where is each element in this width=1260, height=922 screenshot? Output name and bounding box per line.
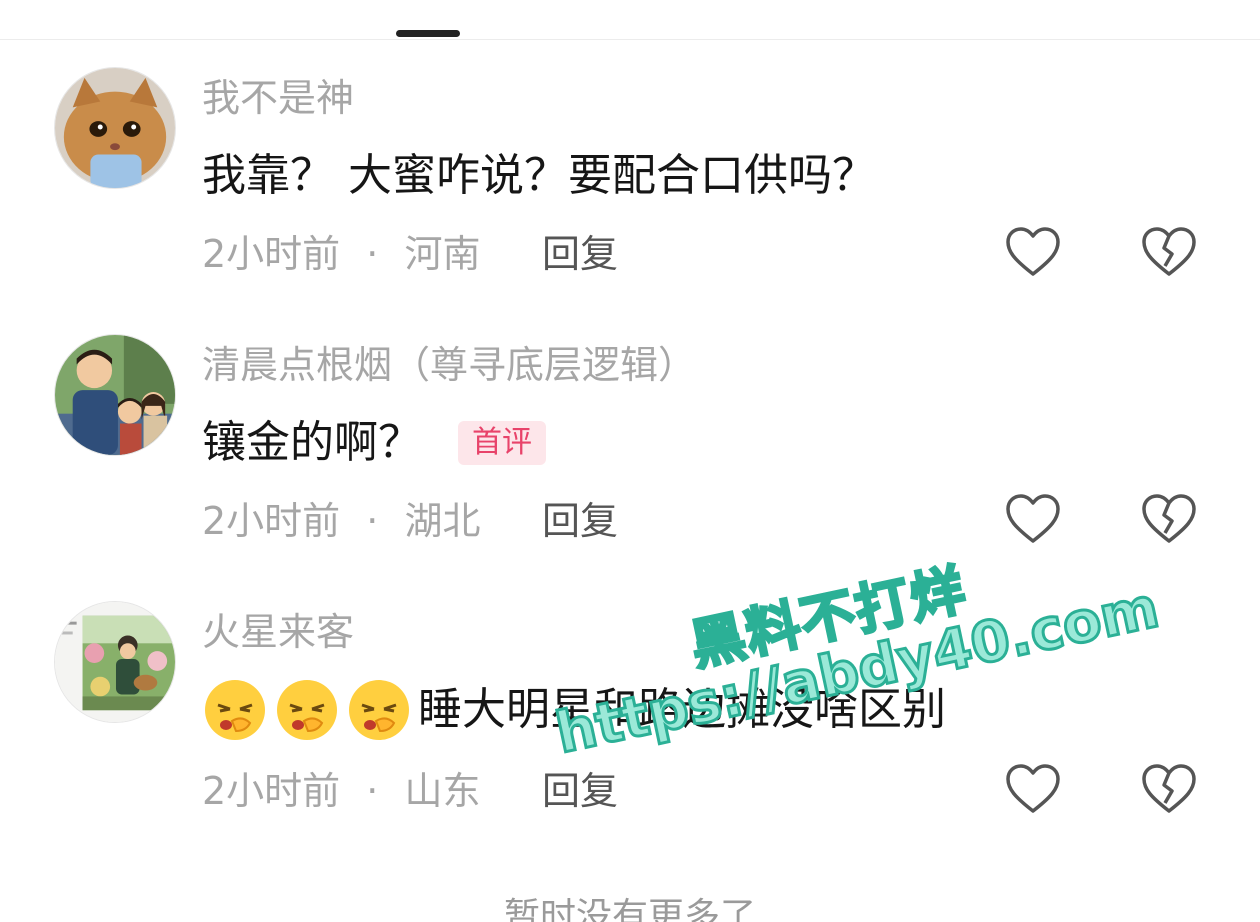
- comment-item: 我不是神 我靠？ 大蜜咋说？要配合口供吗？ 2小时前 · 河南 回复: [0, 0, 1260, 276]
- meta-separator: ·: [366, 769, 379, 813]
- comment-page: 我不是神 我靠？ 大蜜咋说？要配合口供吗？ 2小时前 · 河南 回复 清晨点根烟…: [0, 0, 1260, 922]
- comment-text-row: 我靠？ 大蜜咋说？要配合口供吗？: [202, 148, 876, 204]
- comment-text-row: 睡大明星和路边摊没啥区别: [202, 677, 946, 743]
- no-more-text: 暂时没有更多了: [503, 896, 756, 922]
- heart-icon[interactable]: [1005, 763, 1061, 815]
- comment-text-row: 镶金的啊？ 首评: [202, 415, 546, 471]
- comment-location: 山东: [404, 769, 481, 813]
- comment-meta: 2小时前 · 山东: [202, 767, 480, 815]
- first-comment-badge: 首评: [458, 421, 546, 465]
- sleepy-yawn-emoji-icon: [274, 677, 340, 743]
- username[interactable]: 火星来客: [202, 608, 354, 656]
- reply-button[interactable]: 回复: [542, 767, 618, 815]
- comment-text: 我靠？ 大蜜咋说？要配合口供吗？: [202, 150, 876, 201]
- username[interactable]: 我不是神: [202, 74, 354, 122]
- family-illustration-avatar-icon[interactable]: [54, 334, 176, 456]
- comment-text: 镶金的啊？: [202, 417, 422, 468]
- sleepy-yawn-emoji-icon: [202, 677, 268, 743]
- broken-heart-icon[interactable]: [1141, 763, 1197, 815]
- cat-avatar-icon[interactable]: [54, 67, 176, 189]
- comment-item: 清晨点根烟（尊寻底层逻辑） 镶金的啊？ 首评 2小时前 · 湖北 回复: [0, 267, 1260, 543]
- garden-illustration-avatar-icon[interactable]: [54, 601, 176, 723]
- comment-item: 火星来客 睡大明星和路边摊没啥区别 2小时前 · 山东 回复: [0, 537, 1260, 813]
- sleepy-yawn-emoji-icon: [346, 677, 412, 743]
- comment-time: 2小时前: [202, 769, 341, 813]
- username[interactable]: 清晨点根烟（尊寻底层逻辑）: [202, 341, 696, 389]
- comment-text: 睡大明星和路边摊没啥区别: [418, 684, 946, 735]
